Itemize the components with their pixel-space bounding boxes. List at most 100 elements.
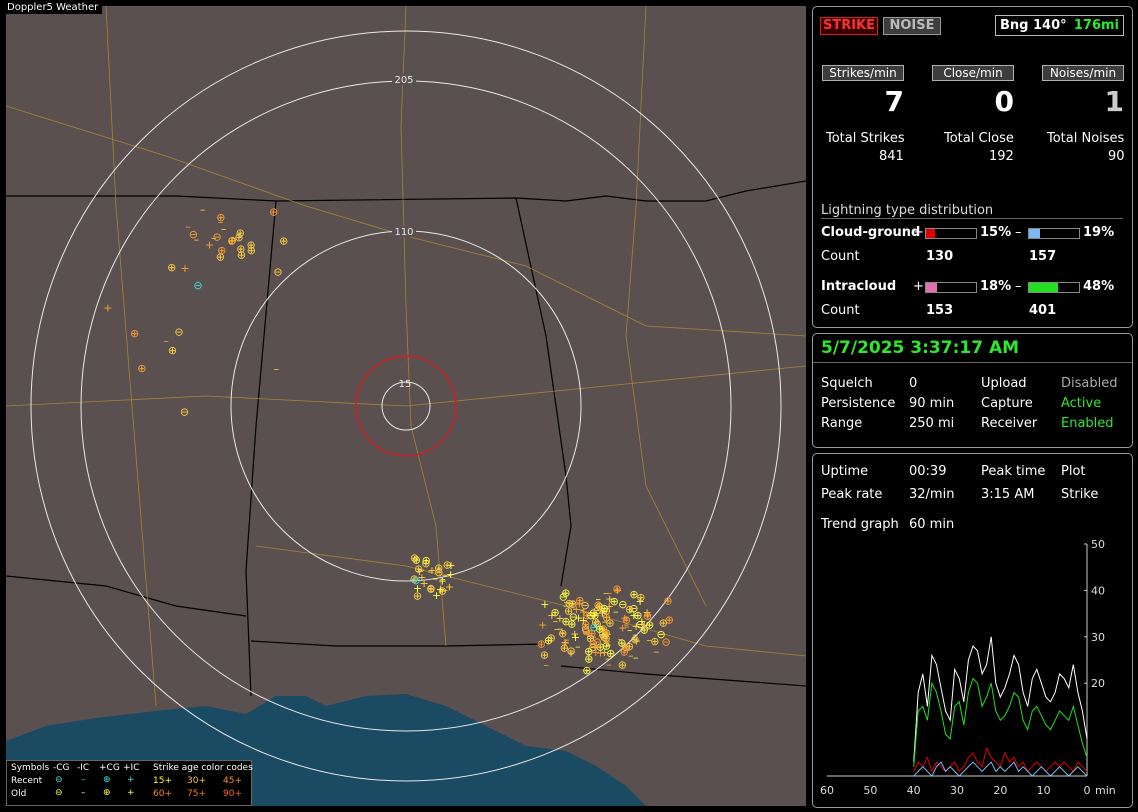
strike-symbol: ⊕ [236,227,245,240]
total-noises-label: Total Noises [1047,131,1125,146]
strike-symbol: ⊕ [663,594,672,607]
strike-symbol: ⊕ [558,627,567,640]
legend-age-header: Strike age color codes [153,763,253,773]
range-label: Range [821,416,863,431]
legend-old-neg-cg-icon: ⊖ [55,788,63,798]
strike-symbol: + [590,640,599,653]
legend-old-neg-ic-icon: – [81,788,86,798]
total-close-value: 192 [989,149,1014,164]
legend-row-recent: Recent [11,776,43,786]
noise-button[interactable]: NOISE [883,17,941,35]
radar-map[interactable]: 205 110 15 + – ⊕ – + ⊕ ⊖ ⊕ ⊕ + – ⊕ – ⊖ – – – + ⊕ ⊕ ⊖ ⊕ ⊖ – – + ⊖ + +… [6,6,806,806]
strike-symbol: ⊕ [584,653,593,666]
trend-y-tick-label: 40 [1091,584,1105,597]
strike-symbol: ⊕ [605,616,614,629]
ic-count-label: Count [821,303,860,318]
total-close-label: Total Close [944,131,1014,146]
ic-positive-bar [925,282,977,293]
recent-strike-symbol: ⊖ [411,574,420,587]
legend-col-neg-ic: -IC [77,763,90,773]
strike-symbol: – [274,362,280,375]
strike-symbol: + [103,302,112,315]
strike-symbol: – [595,593,601,606]
legend-recent-neg-ic-icon: – [81,775,86,785]
distribution-divider [821,218,1123,219]
strike-symbol: ⊕ [422,554,431,567]
ic-negative-bar [1028,282,1080,293]
trend-y-tick-label: 50 [1091,538,1105,551]
strike-symbol: – [632,628,638,641]
settings-panel: 5/7/2025 3:37:17 AM Squelch 0 Upload Dis… [812,333,1133,448]
total-noises-value: 90 [1108,149,1125,164]
receiver-value: Enabled [1061,416,1114,431]
strike-symbol: – [163,334,169,347]
cg-count-label: Count [821,249,860,264]
strike-symbol: + [419,577,428,590]
noises-per-min-value: 1 [1104,85,1124,118]
strike-symbol: + [446,568,455,581]
trend-x-tick-label: 50 [863,784,877,797]
ic-negative-pct: 48% [1083,279,1115,294]
map-canvas: 205 110 15 +–⊕–+ ⊕⊖⊕⊕+–⊕–⊖–– –+⊕⊕⊖⊕⊖––+⊖+ +… [6,6,806,806]
bearing-label: Bng 140° [1000,18,1067,33]
strike-symbol: – [633,651,639,664]
capture-value: Active [1061,396,1102,411]
cg-negative-pct: 19% [1083,225,1115,240]
strike-symbol: ⊕ [137,362,146,375]
strike-symbol: ⊕ [618,658,627,671]
peak-time-value: 3:15 AM [981,487,1035,502]
peak-rate-label: Peak rate [821,487,883,502]
persistence-label: Persistence [821,396,896,411]
map-legend: Symbols -CG -IC +CG +IC Strike age color… [6,760,253,806]
trend-y-tick-label: 20 [1091,677,1105,690]
strike-symbol: – [603,586,609,599]
strike-symbol: + [571,631,580,644]
ring-label-205: 205 [394,75,413,86]
strike-symbol: – [443,584,449,597]
strike-symbol: ⊕ [167,261,176,274]
trend-x-unit: min [1095,784,1116,797]
ic-plus-sign: + [913,279,924,294]
strike-symbol: ⊕ [269,205,278,218]
strike-symbol: ⊕ [237,249,246,262]
strike-symbol: ⊕ [612,583,621,596]
strike-symbol: + [538,618,547,631]
strike-symbol: + [579,605,588,618]
receiver-label: Receiver [981,416,1038,431]
strike-symbols: +–⊕–+ ⊕⊖⊕⊕+–⊕–⊖–– –+⊕⊕⊖⊕⊖––+⊖+ +–⊖+⊕⊕+⊖+++⊕… [103,203,674,677]
strike-symbol: ⊕ [582,664,591,677]
status-panel: STRIKE NOISE Bng 140° 176mi Strikes/min … [812,6,1133,328]
strike-symbol: – [194,233,200,246]
strike-symbol: – [605,652,611,665]
ring-label-110: 110 [394,227,413,238]
total-strikes-label: Total Strikes [826,131,905,146]
datetime-display: 5/7/2025 3:37:17 AM [821,338,1020,358]
noises-per-min-label: Noises/min [1042,65,1124,81]
legend-recent-pos-cg-icon: ⊕ [103,775,111,785]
strike-symbol: – [628,649,634,662]
trend-series-line [913,677,1088,767]
strike-symbol: – [618,633,624,646]
strike-symbol: ⊕ [279,234,288,247]
legend-age-60: 60+ [153,789,172,799]
uptime-value: 00:39 [909,464,947,479]
strike-symbol: ⊕ [540,649,549,662]
strike-symbol: ⊖ [174,326,183,339]
trend-series-line [913,761,1088,777]
trend-x-tick-label: 10 [1037,784,1051,797]
strike-button[interactable]: STRIKE [820,17,878,35]
legend-age-45: 45+ [223,776,242,786]
distribution-title: Lightning type distribution [821,203,994,218]
legend-recent-pos-ic-icon: + [127,775,135,785]
strike-symbol: ⊕ [665,614,674,627]
strikes-per-min-value: 7 [884,85,904,118]
strike-symbol: + [618,621,627,634]
legend-recent-neg-cg-icon: ⊖ [55,775,63,785]
trend-graph-label: Trend graph [821,517,899,532]
plot-label: Plot [1061,464,1086,479]
legend-age-15: 15+ [153,776,172,786]
legend-col-pos-ic: +IC [123,763,140,773]
cg-negative-bar [1028,228,1080,239]
legend-symbols-header: Symbols [11,763,50,773]
legend-old-pos-cg-icon: ⊕ [103,788,111,798]
